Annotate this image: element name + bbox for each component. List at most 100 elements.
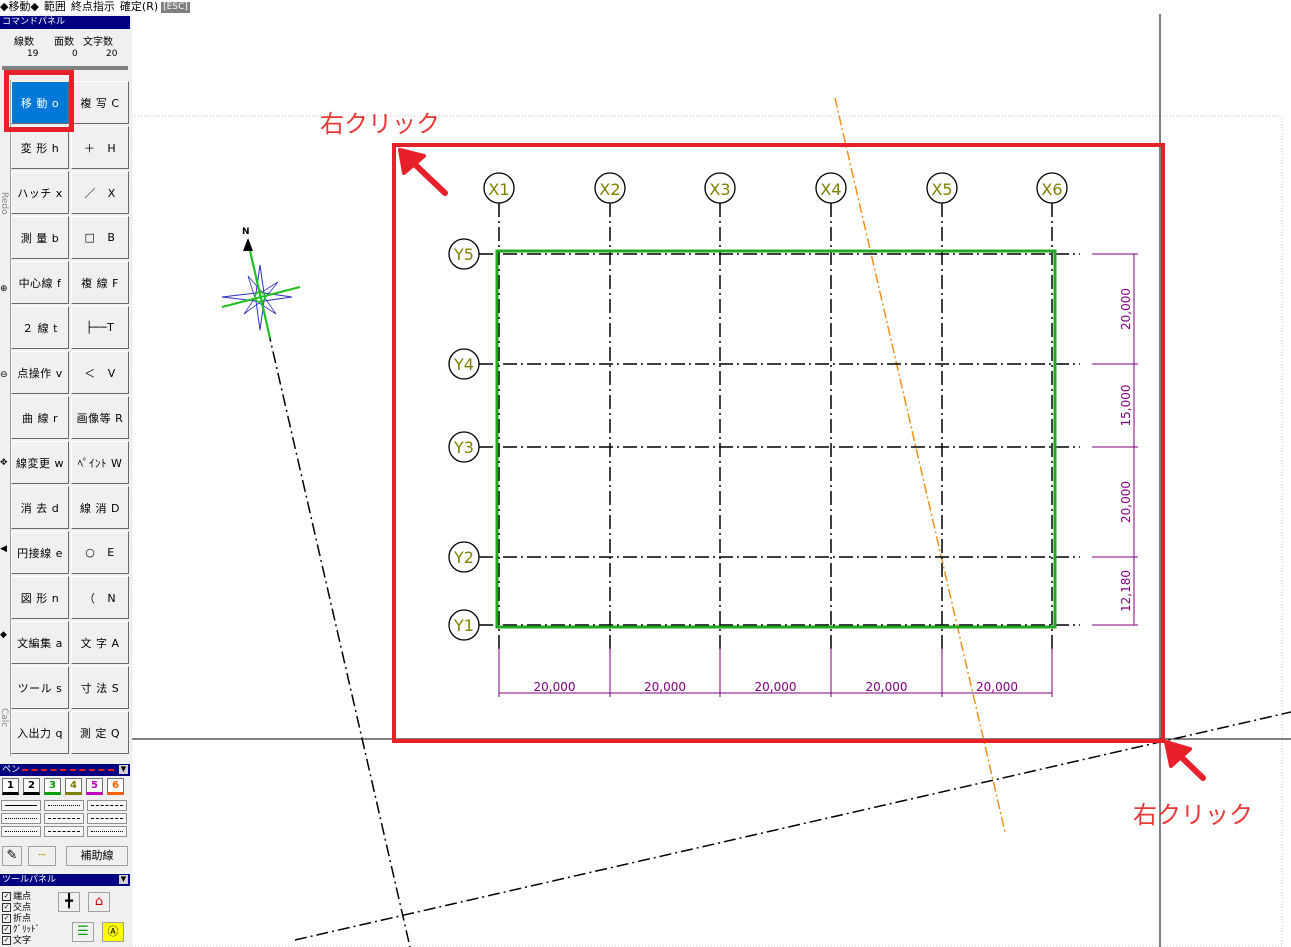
menu-confirm[interactable]: 確定(R) [120, 0, 158, 14]
command-button-23[interactable]: （ N [71, 576, 129, 619]
menu-endpoint[interactable]: 終点指示 [71, 0, 115, 14]
menu-move[interactable]: ◆移動◆ [0, 0, 39, 14]
command-button-2[interactable]: 変 形 h [11, 126, 69, 169]
grid-label-y: Y1 [453, 616, 474, 635]
snap-option[interactable]: ✓ 折点 [2, 914, 31, 924]
snap-option[interactable]: ✓ ｸﾞﾘｯﾄﾞ [2, 925, 40, 935]
north-label: N [242, 227, 250, 237]
tool-dropdown-icon[interactable]: ▼ [119, 875, 128, 884]
home-icon[interactable]: ⌂ [88, 892, 110, 912]
command-button-17[interactable]: ﾍﾟｲﾝﾄ W [71, 441, 129, 484]
pen-5[interactable]: 5 [86, 778, 103, 795]
redo-label[interactable]: Redo [0, 192, 9, 215]
command-button-19[interactable]: 線 消 D [71, 486, 129, 529]
command-button-27[interactable]: 寸 法 S [71, 666, 129, 709]
command-button-10[interactable]: ２ 線 t [11, 306, 69, 349]
aux-color-icon[interactable]: ┄ [28, 846, 56, 866]
command-button-24[interactable]: 文編集 a [11, 621, 69, 664]
face-count-value: 0 [72, 49, 78, 59]
pen-dropdown-icon[interactable]: ▼ [119, 765, 128, 774]
snap-option[interactable]: ✓ 端点 [2, 892, 31, 902]
command-button-1[interactable]: 複 写 C [71, 81, 129, 124]
side-strip: Redo ⊕ ⊖ ✥ ◀ ◆ Calc [0, 80, 11, 756]
text-a-icon[interactable]: Ⓐ [102, 922, 124, 942]
grid-label-y: Y2 [453, 548, 474, 567]
command-button-11[interactable]: ├──T [71, 306, 129, 349]
dim-text-x: 20,000 [534, 680, 576, 694]
aux-line-button[interactable]: 補助線 [66, 846, 128, 866]
grid-label-x: X1 [488, 180, 509, 199]
text-count-label: 文字数 [83, 37, 113, 48]
command-button-16[interactable]: 線変更 w [11, 441, 69, 484]
command-button-28[interactable]: 入出力 q [11, 711, 69, 754]
snap-checkbox[interactable]: ✓ [2, 936, 11, 945]
line-type-2[interactable] [87, 800, 127, 811]
line-type-sample [5, 818, 37, 819]
diamond-icon[interactable]: ◆ [0, 630, 7, 640]
dim-text-x: 20,000 [976, 680, 1018, 694]
command-button-22[interactable]: 図 形 n [11, 576, 69, 619]
line-type-5[interactable] [87, 813, 127, 824]
line-type-1[interactable] [44, 800, 84, 811]
pencil-icon[interactable]: ✎ [2, 846, 22, 866]
command-button-15[interactable]: 画像等 R [71, 396, 129, 439]
crosshair-icon[interactable]: ╋ [58, 892, 80, 912]
line-type-8[interactable] [87, 826, 127, 837]
command-button-20[interactable]: 円接線 e [11, 531, 69, 574]
line-type-0[interactable] [1, 800, 41, 811]
snap-label: ｸﾞﾘｯﾄﾞ [13, 925, 41, 935]
command-button-12[interactable]: 点操作 v [11, 351, 69, 394]
line-type-sample [91, 805, 123, 806]
left-arrow-icon[interactable]: ◀ [0, 544, 7, 554]
command-button-29[interactable]: 測 定 Q [71, 711, 129, 754]
pen-6[interactable]: 6 [107, 778, 124, 795]
command-button-8[interactable]: 中心線 f [11, 261, 69, 304]
layer-list-icon[interactable]: ☰ [72, 922, 94, 942]
line-type-3[interactable] [1, 813, 41, 824]
snap-checkbox[interactable]: ✓ [2, 892, 11, 901]
snap-checkbox[interactable]: ✓ [2, 925, 11, 934]
pen-panel-title-text: ペン [2, 765, 21, 775]
command-button-13[interactable]: ＜ V [71, 351, 129, 394]
grid-label-x: X6 [1041, 180, 1062, 199]
command-button-26[interactable]: ツール s [11, 666, 69, 709]
calc-label[interactable]: Calc [0, 708, 9, 727]
line-type-sample [48, 818, 80, 819]
snap-option[interactable]: ✓ 文字 [2, 936, 31, 946]
structural-grid: X1 X2 X3 X4 X5 X6 Y5 Y4 Y3 Y2 Y1 20,000 20,000 20,000… [448, 172, 1138, 697]
face-count-label: 面数 [54, 37, 74, 48]
pen-3[interactable]: 3 [44, 778, 61, 795]
zoom-out-mark[interactable]: ⊖ [0, 370, 8, 380]
command-button-6[interactable]: 測 量 b [11, 216, 69, 259]
snap-checkbox[interactable]: ✓ [2, 914, 11, 923]
command-button-21[interactable]: ○ E [71, 531, 129, 574]
current-pen-sample [22, 769, 114, 771]
snap-checkbox[interactable]: ✓ [2, 903, 11, 912]
dim-text-x: 20,000 [866, 680, 908, 694]
pen-1[interactable]: 1 [2, 778, 19, 795]
pan-icon[interactable]: ✥ [0, 458, 8, 468]
pen-4[interactable]: 4 [65, 778, 82, 795]
command-button-18[interactable]: 消 去 d [11, 486, 69, 529]
dim-text-x: 20,000 [644, 680, 686, 694]
drawing-canvas[interactable]: N X1 X2 X3 X4 X5 X6 Y5 Y4 Y3 Y2 Y1 20,000 20,000 20,0… [132, 14, 1291, 947]
menu-range[interactable]: 範囲 [44, 0, 66, 14]
grid-label-x: X4 [820, 180, 841, 199]
command-button-3[interactable]: ＋ H [71, 126, 129, 169]
line-type-6[interactable] [1, 826, 41, 837]
menu-esc[interactable]: [ESC] [161, 1, 190, 13]
command-button-7[interactable]: □ B [71, 216, 129, 259]
arrow-bottom-right [1164, 740, 1206, 781]
line-count-value: 19 [27, 49, 39, 59]
command-button-4[interactable]: ハッチ x [11, 171, 69, 214]
line-type-7[interactable] [44, 826, 84, 837]
grid-label-x: X2 [599, 180, 620, 199]
command-button-9[interactable]: 複 線 F [71, 261, 129, 304]
pen-2[interactable]: 2 [23, 778, 40, 795]
command-button-5[interactable]: ／ X [71, 171, 129, 214]
snap-option[interactable]: ✓ 交点 [2, 903, 31, 913]
zoom-in-mark[interactable]: ⊕ [0, 284, 8, 294]
line-type-4[interactable] [44, 813, 84, 824]
command-button-25[interactable]: 文 字 A [71, 621, 129, 664]
command-button-14[interactable]: 曲 線 r [11, 396, 69, 439]
